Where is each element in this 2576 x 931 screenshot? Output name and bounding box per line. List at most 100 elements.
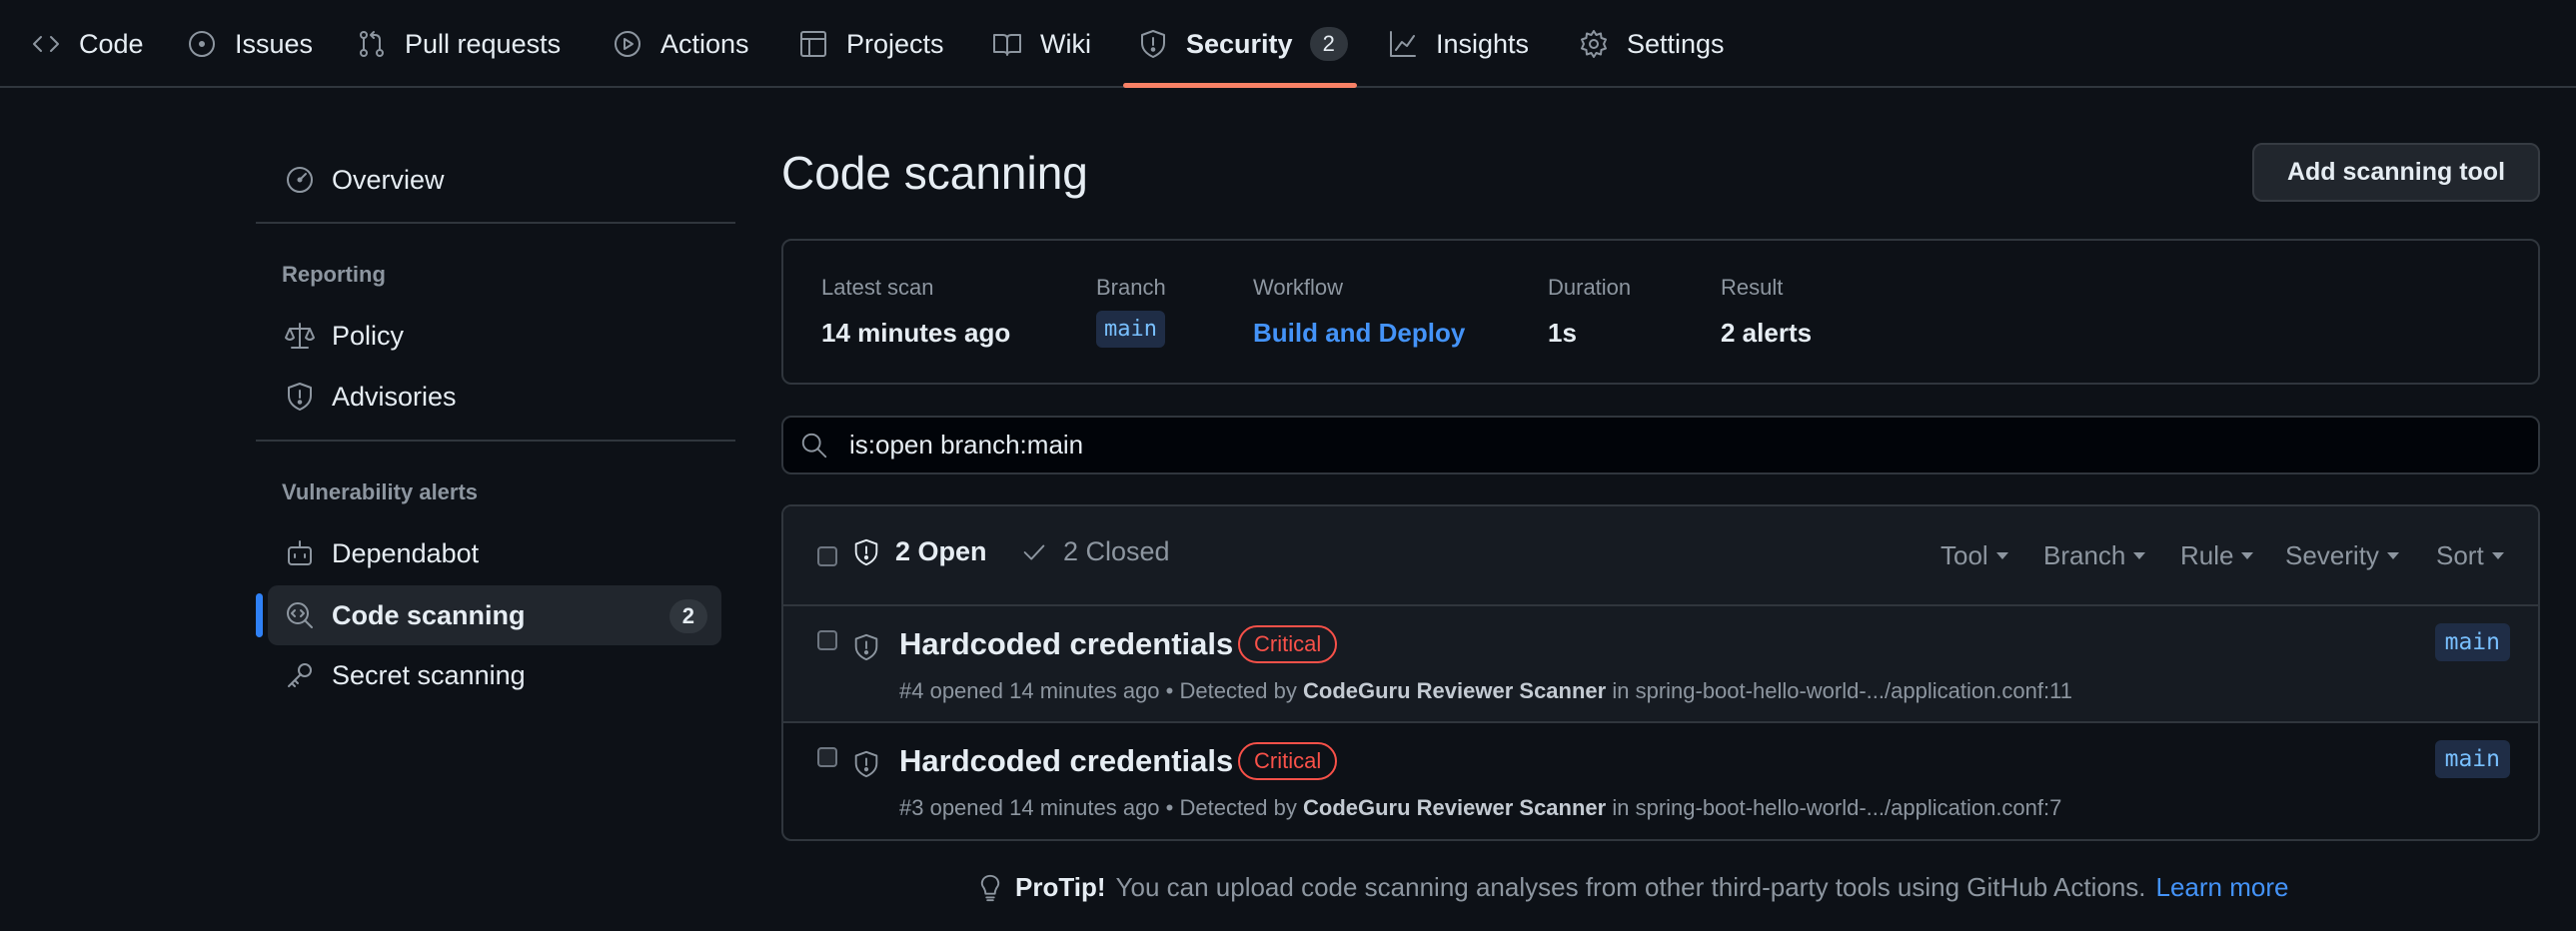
scan-duration: Duration 1s [1548,275,1631,349]
tool-filter[interactable]: Tool [1940,540,2008,571]
sidebar-item-label: Code scanning [332,599,526,630]
latest-scan-value: 14 minutes ago [821,318,1011,348]
scan-result: Result 2 alerts [1721,275,1812,349]
alert-title-link[interactable]: Hardcoded credentials [899,743,1233,779]
tab-security[interactable]: Security 2 [1137,0,1348,88]
open-count-label: 2 Open [895,536,987,566]
alert-branch-pill[interactable]: main [2434,623,2510,661]
alert-opened-text: #3 opened 14 minutes ago • Detected by [899,795,1297,820]
rule-filter[interactable]: Rule [2180,540,2254,571]
shield-icon [284,381,316,413]
alert-tool-name: CodeGuru Reviewer Scanner [1303,678,1607,703]
play-icon [612,28,644,60]
tab-projects[interactable]: Projects [797,0,944,88]
shield-icon [851,537,881,567]
sidebar-divider [256,440,735,442]
selected-tab-underline [1123,83,1357,88]
branch-filter[interactable]: Branch [2043,540,2146,571]
sidebar-item-secret-scanning[interactable]: Secret scanning [268,645,721,705]
result-value: 2 alerts [1721,318,1813,348]
duration-value: 1s [1548,318,1577,348]
alert-checkbox[interactable] [817,630,837,650]
table-icon [797,28,829,60]
sidebar-item-label: Advisories [332,381,457,412]
learn-more-link[interactable]: Learn more [2156,872,2289,903]
branch-label: Branch [1096,275,1166,300]
filter-label: Sort [2436,540,2484,570]
workflow-link[interactable]: Build and Deploy [1253,318,1465,349]
tab-label: Pull requests [405,28,562,59]
sidebar-item-label: Overview [332,164,445,195]
dependabot-icon [284,537,316,569]
triangle-down-icon [2241,552,2254,559]
sidebar-divider [256,222,735,224]
alert-branch-pill[interactable]: main [2434,740,2510,778]
protip: ProTip! You can upload code scanning ana… [975,872,2288,903]
alert-row: Hardcoded credentials Critical #3 opened… [783,723,2538,839]
sidebar-item-dependabot[interactable]: Dependabot [268,523,721,583]
protip-text: You can upload code scanning analyses fr… [1115,872,2146,902]
triangle-down-icon [1995,552,2008,559]
severity-badge: Critical [1238,742,1338,780]
shield-icon [851,749,881,779]
sidebar-item-policy[interactable]: Policy [268,306,721,366]
page-title: Code scanning [781,147,1088,199]
select-all-checkbox[interactable] [817,546,837,566]
alert-search-input[interactable]: is:open branch:main [781,416,2540,474]
tab-settings[interactable]: Settings [1578,0,1725,88]
book-icon [991,28,1023,60]
tab-label: Security [1186,28,1293,59]
sidebar-item-label: Policy [332,320,405,351]
scan-branch: Branch main [1096,275,1166,348]
filter-label: Severity [2285,540,2379,570]
filter-label: Branch [2043,540,2126,570]
open-alerts-toggle[interactable]: 2 Open [851,536,987,567]
alert-title-link[interactable]: Hardcoded credentials [899,626,1233,662]
triangle-down-icon [2491,552,2504,559]
latest-scan-summary: Latest scan 14 minutes ago Branch main W… [781,239,2540,385]
gear-icon [1578,28,1610,60]
tab-label: Actions [660,28,749,59]
protip-label: ProTip! [1015,872,1106,902]
light-bulb-icon [975,873,1005,903]
sort-dropdown[interactable]: Sort [2436,540,2504,571]
branch-pill[interactable]: main [1096,311,1165,348]
closed-alerts-toggle[interactable]: 2 Closed [1019,536,1170,567]
issue-opened-icon [186,28,218,60]
severity-filter[interactable]: Severity [2285,540,2399,571]
tab-label: Code [79,28,144,59]
tab-label: Insights [1436,28,1530,59]
latest-scan-label: Latest scan [821,275,934,300]
workflow-label: Workflow [1253,275,1344,300]
key-icon [284,659,316,691]
sidebar-item-advisories[interactable]: Advisories [268,367,721,427]
tab-issues[interactable]: Issues [186,0,313,88]
tab-wiki[interactable]: Wiki [991,0,1091,88]
alert-location: in spring-boot-hello-world-.../applicati… [1612,795,2062,820]
alert-row: Hardcoded credentials Critical #4 opened… [783,606,2538,723]
git-pull-request-icon [356,28,388,60]
sidebar-item-overview[interactable]: Overview [268,150,721,210]
tab-label: Issues [235,28,314,59]
tab-pull-requests[interactable]: Pull requests [356,0,561,88]
shield-icon [851,632,881,662]
tab-label: Projects [846,28,944,59]
tab-label: Settings [1627,28,1725,59]
tab-insights[interactable]: Insights [1387,0,1529,88]
sidebar-item-code-scanning[interactable]: Code scanning 2 [268,585,721,645]
sidebar-item-label: Dependabot [332,537,480,568]
result-label: Result [1721,275,1784,300]
add-scanning-tool-button[interactable]: Add scanning tool [2252,143,2540,202]
tab-code[interactable]: Code [30,0,144,88]
sidebar-item-label: Secret scanning [332,659,526,690]
search-query[interactable]: is:open branch:main [849,430,1083,461]
severity-badge: Critical [1238,625,1338,663]
alert-meta: #3 opened 14 minutes ago • Detected by C… [899,795,2061,821]
security-count-badge: 2 [1309,27,1348,61]
code-icon [30,28,62,60]
alert-checkbox[interactable] [817,747,837,767]
filter-label: Rule [2180,540,2234,570]
alert-location: in spring-boot-hello-world-.../applicati… [1612,678,2072,703]
alerts-list: 2 Open 2 Closed Tool Branch Rule Severit… [781,504,2540,841]
tab-actions[interactable]: Actions [612,0,749,88]
